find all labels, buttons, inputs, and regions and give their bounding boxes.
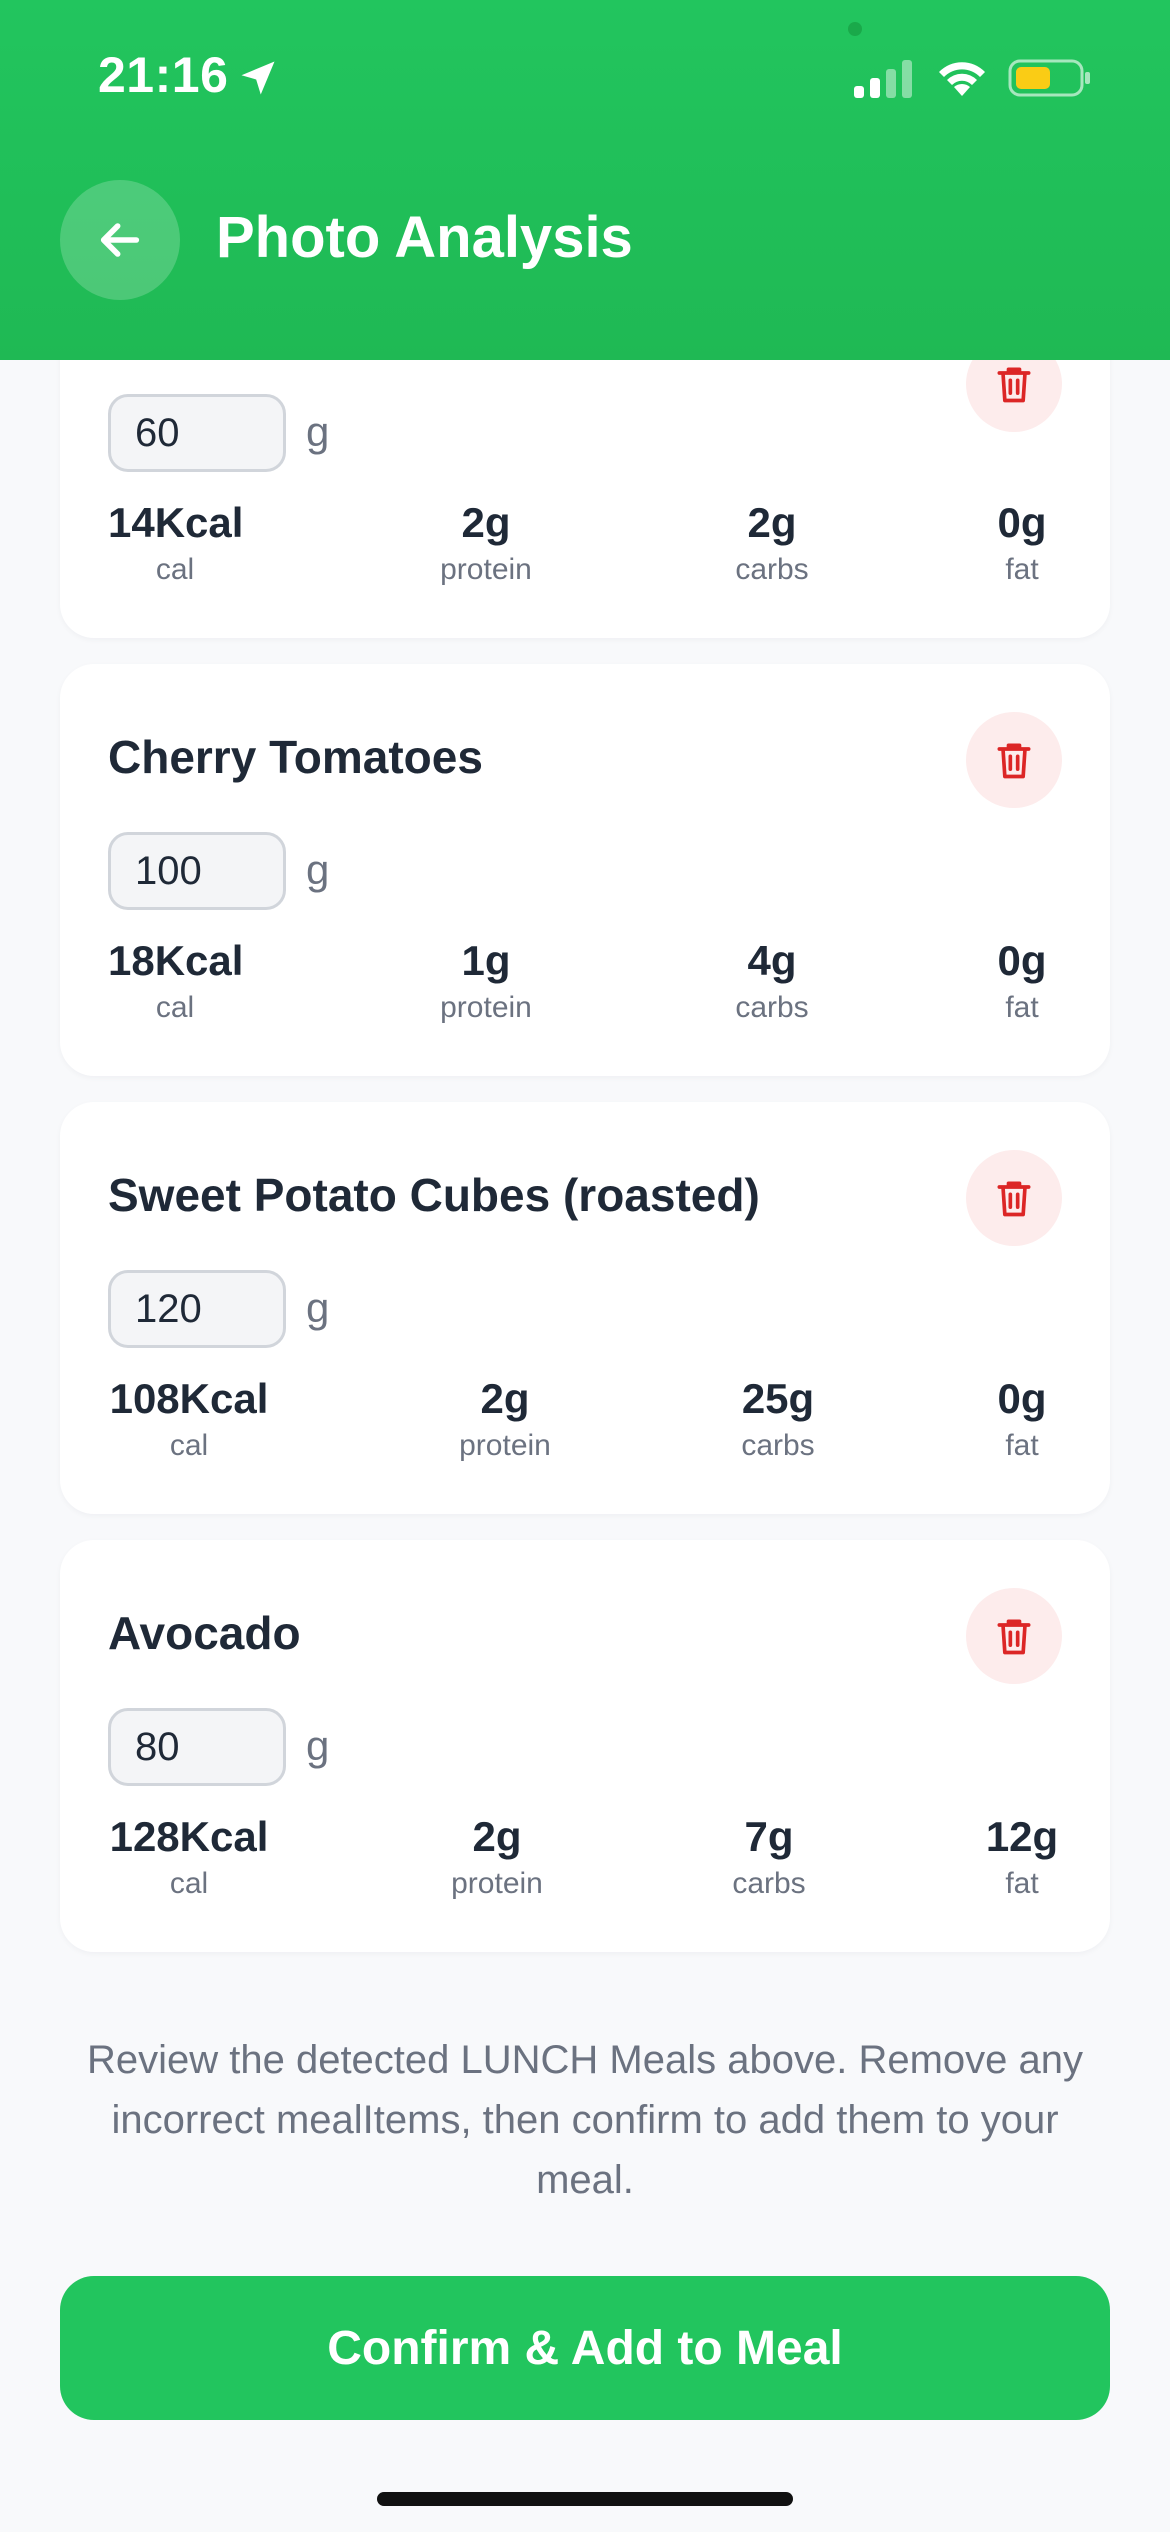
trash-icon bbox=[997, 1619, 1031, 1655]
fat-value: 12g bbox=[985, 1813, 1059, 1860]
fat-stat: 12g fat bbox=[982, 1812, 1062, 1904]
fat-value: 0g bbox=[997, 1375, 1047, 1422]
battery-icon bbox=[1008, 59, 1090, 97]
fat-stat: 0g fat bbox=[982, 936, 1062, 1028]
calories-stat: 108Kcal cal bbox=[108, 1374, 270, 1466]
protein-value: 2g bbox=[480, 1375, 530, 1422]
calories-value: 14Kcal bbox=[108, 499, 244, 546]
back-button[interactable] bbox=[60, 180, 180, 300]
protein-stat: 2g protein bbox=[440, 1374, 570, 1466]
protein-stat: 2g protein bbox=[432, 1812, 562, 1904]
meal-item-name: Avocado bbox=[108, 1607, 301, 1659]
meal-item-card: Sweet Potato Cubes (roasted) g 108Kcal c… bbox=[60, 1102, 1110, 1514]
carbs-label: carbs bbox=[735, 991, 809, 1024]
calories-label: cal bbox=[169, 1429, 209, 1462]
fat-stat: 0g fat bbox=[982, 1374, 1062, 1466]
protein-label: protein bbox=[440, 553, 532, 586]
fat-value: 0g bbox=[997, 499, 1047, 546]
carbs-label: carbs bbox=[741, 1429, 815, 1462]
carbs-value: 4g bbox=[747, 937, 797, 984]
protein-value: 1g bbox=[461, 937, 511, 984]
fat-value: 0g bbox=[997, 937, 1047, 984]
carbs-stat: 25g carbs bbox=[728, 1374, 828, 1466]
home-indicator bbox=[377, 2492, 793, 2506]
meal-item-name: Cherry Tomatoes bbox=[108, 731, 483, 783]
trash-icon bbox=[997, 367, 1031, 403]
carbs-label: carbs bbox=[732, 1867, 806, 1900]
fat-label: fat bbox=[1005, 1429, 1039, 1462]
camera-indicator-dot bbox=[848, 22, 862, 36]
calories-label: cal bbox=[169, 1867, 209, 1900]
carbs-label: carbs bbox=[735, 553, 809, 586]
confirm-add-to-meal-button[interactable]: Confirm & Add to Meal bbox=[60, 2276, 1110, 2420]
fat-label: fat bbox=[1005, 991, 1039, 1024]
quantity-input[interactable] bbox=[108, 832, 286, 910]
protein-value: 2g bbox=[472, 1813, 522, 1860]
carbs-value: 2g bbox=[747, 499, 797, 546]
calories-value: 128Kcal bbox=[109, 1813, 269, 1860]
page-title: Photo Analysis bbox=[216, 205, 633, 270]
status-bar: 21:16 bbox=[0, 0, 1170, 150]
status-time: 21:16 bbox=[98, 47, 229, 103]
trash-icon bbox=[997, 1181, 1031, 1217]
protein-label: protein bbox=[451, 1867, 543, 1900]
carbs-value: 25g bbox=[741, 1375, 815, 1422]
quantity-input[interactable] bbox=[108, 1708, 286, 1786]
quantity-input[interactable] bbox=[108, 394, 286, 472]
fat-label: fat bbox=[1005, 1867, 1039, 1900]
protein-label: protein bbox=[459, 1429, 551, 1462]
delete-item-button[interactable] bbox=[966, 712, 1062, 808]
calories-stat: 128Kcal cal bbox=[108, 1812, 270, 1904]
meal-item-card: Cherry Tomatoes g 18Kcal cal 1g protein … bbox=[60, 664, 1110, 1076]
review-instructions: Review the detected LUNCH Meals above. R… bbox=[86, 2038, 1084, 2202]
calories-stat: 14Kcal cal bbox=[108, 498, 244, 590]
calories-value: 18Kcal bbox=[108, 937, 244, 984]
carbs-value: 7g bbox=[744, 1813, 794, 1860]
carbs-stat: 2g carbs bbox=[722, 498, 822, 590]
quantity-unit: g bbox=[306, 1722, 330, 1769]
delete-item-button[interactable] bbox=[966, 1588, 1062, 1684]
arrow-left-icon bbox=[100, 223, 140, 257]
quantity-input[interactable] bbox=[108, 1270, 286, 1348]
calories-label: cal bbox=[155, 991, 195, 1024]
protein-label: protein bbox=[440, 991, 532, 1024]
cellular-signal-icon bbox=[854, 60, 912, 98]
quantity-unit: g bbox=[306, 408, 330, 455]
calories-stat: 18Kcal cal bbox=[108, 936, 244, 1028]
delete-item-button[interactable] bbox=[966, 1150, 1062, 1246]
quantity-unit: g bbox=[306, 1284, 330, 1331]
fat-label: fat bbox=[1005, 553, 1039, 586]
location-arrow-icon bbox=[241, 61, 275, 95]
trash-icon bbox=[997, 743, 1031, 779]
meal-item-card: Avocado g 128Kcal cal 2g protein 7g carb… bbox=[60, 1540, 1110, 1952]
protein-stat: 2g protein bbox=[421, 498, 551, 590]
meal-item-name: Sweet Potato Cubes (roasted) bbox=[108, 1169, 760, 1221]
carbs-stat: 7g carbs bbox=[719, 1812, 819, 1904]
carbs-stat: 4g carbs bbox=[722, 936, 822, 1028]
app-header: 21:16 Photo Analysis bbox=[0, 0, 1170, 360]
quantity-unit: g bbox=[306, 846, 330, 893]
protein-stat: 1g protein bbox=[421, 936, 551, 1028]
protein-value: 2g bbox=[461, 499, 511, 546]
wifi-icon bbox=[939, 62, 985, 96]
calories-value: 108Kcal bbox=[109, 1375, 269, 1422]
calories-label: cal bbox=[155, 553, 195, 586]
fat-stat: 0g fat bbox=[982, 498, 1062, 590]
